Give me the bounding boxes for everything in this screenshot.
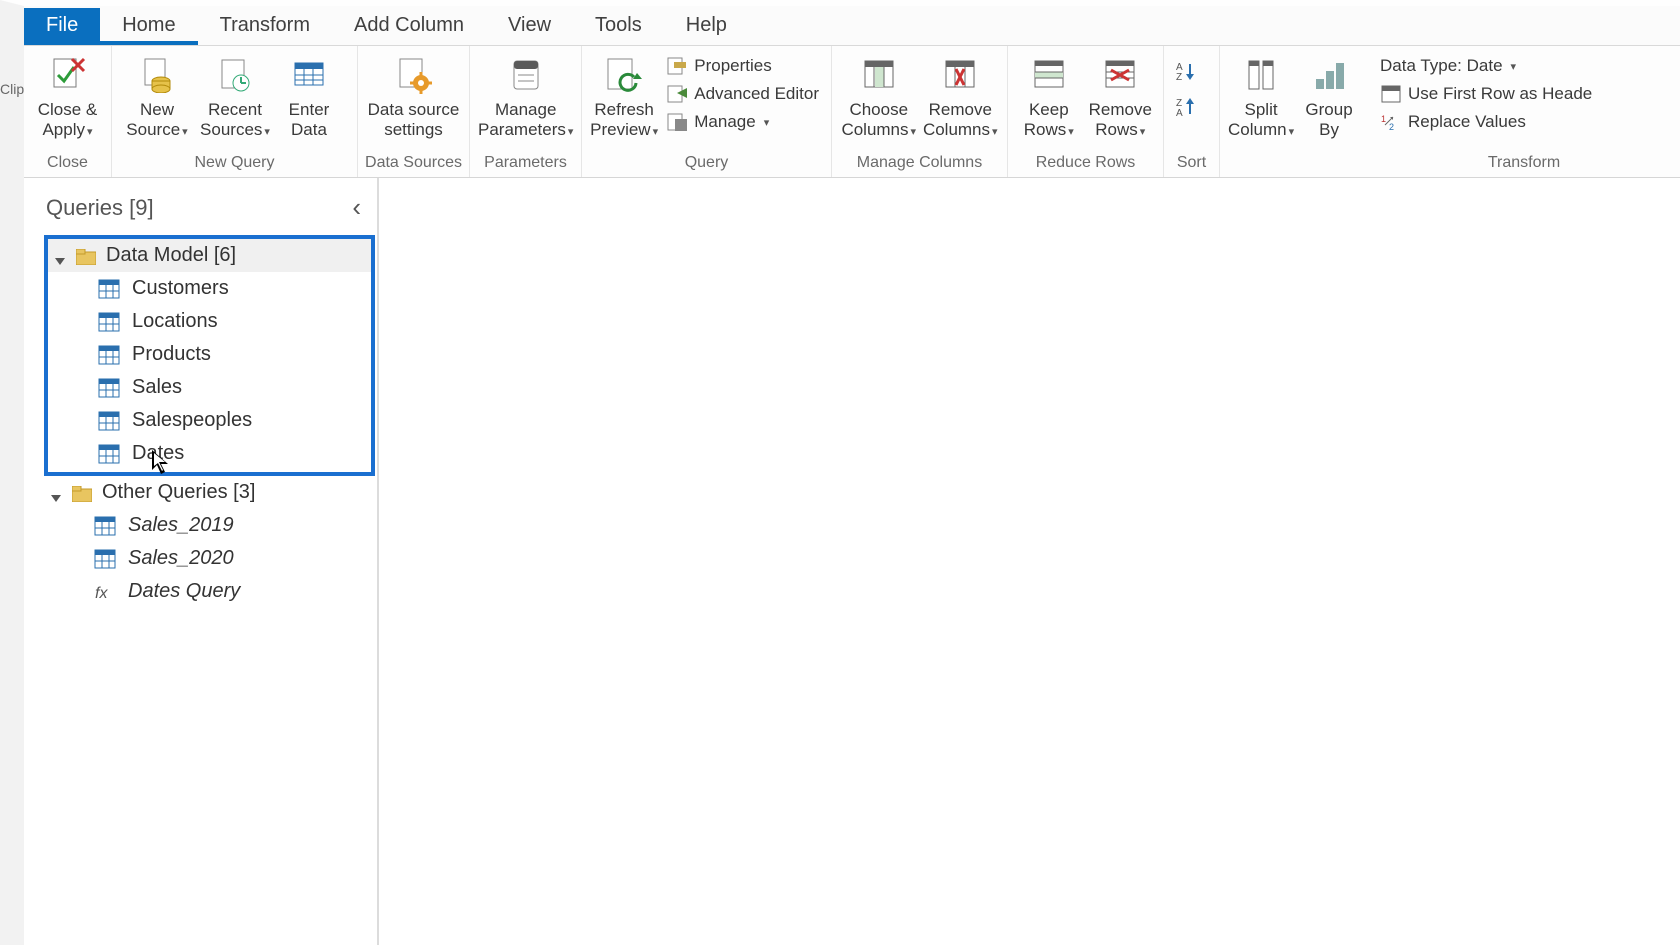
table-icon	[98, 345, 120, 365]
replace-values-icon: 12	[1380, 112, 1402, 132]
collapse-pane-button[interactable]: ‹	[346, 192, 367, 223]
group-label-manage-columns: Manage Columns	[838, 152, 1001, 175]
sort-asc-icon: AZ	[1176, 60, 1198, 80]
group-by-icon	[1308, 54, 1350, 96]
folder-icon	[76, 248, 96, 264]
expand-triangle-icon	[50, 487, 62, 499]
clip-label: Clip	[0, 82, 24, 96]
svg-text:2: 2	[1389, 122, 1394, 131]
queries-title: Queries [9]	[46, 195, 154, 221]
query-item-products[interactable]: Products	[48, 338, 371, 371]
choose-columns-button[interactable]: Choose Columns▾	[838, 50, 920, 139]
tab-file[interactable]: File	[24, 8, 100, 45]
manage-icon	[666, 112, 688, 132]
folder-other-queries[interactable]: Other Queries [3]	[44, 476, 377, 509]
remove-rows-button[interactable]: Remove Rows▾	[1084, 50, 1157, 139]
query-item-sales-2019[interactable]: Sales_2019	[44, 509, 377, 542]
table-icon	[98, 411, 120, 431]
folder-label: Other Queries [3]	[102, 481, 255, 504]
refresh-preview-button[interactable]: Refresh Preview▾	[588, 50, 660, 139]
advanced-editor-icon	[666, 84, 688, 104]
svg-text:A: A	[1176, 108, 1183, 116]
split-column-button[interactable]: Split Column▾	[1226, 50, 1296, 139]
ribbon: Close & Apply▾ Close New Sou	[24, 46, 1680, 178]
folder-icon	[72, 485, 92, 501]
manage-parameters-icon	[505, 54, 547, 96]
svg-text:fx: fx	[95, 585, 108, 602]
folder-data-model[interactable]: Data Model [6]	[48, 239, 371, 272]
close-apply-icon	[47, 54, 89, 96]
group-label-transform: Transform	[1374, 152, 1674, 175]
tab-view[interactable]: View	[486, 8, 573, 45]
group-label-query: Query	[588, 152, 825, 175]
svg-text:Z: Z	[1176, 72, 1182, 80]
group-label-sort: Sort	[1170, 152, 1213, 175]
remove-columns-button[interactable]: Remove Columns▾	[920, 50, 1002, 139]
sort-descending-button[interactable]: ZA	[1174, 94, 1200, 118]
close-and-apply-button[interactable]: Close & Apply▾	[30, 50, 105, 139]
tab-home[interactable]: Home	[100, 8, 197, 45]
sort-ascending-button[interactable]: AZ	[1174, 58, 1200, 82]
fx-icon: fx	[94, 582, 116, 602]
group-label-data-sources: Data Sources	[364, 152, 463, 175]
recent-sources-button[interactable]: Recent Sources▾	[196, 50, 274, 139]
menu-tabs: File Home Transform Add Column View Tool…	[24, 6, 1680, 46]
table-icon	[98, 312, 120, 332]
query-item-customers[interactable]: Customers	[48, 272, 371, 305]
tab-add-column[interactable]: Add Column	[332, 8, 486, 45]
folder-label: Data Model [6]	[106, 244, 236, 267]
svg-text:1: 1	[1381, 114, 1386, 124]
advanced-editor-button[interactable]: Advanced Editor	[664, 82, 821, 106]
enter-data-button[interactable]: Enter Data	[274, 50, 344, 139]
tab-help[interactable]: Help	[664, 8, 749, 45]
table-icon	[94, 516, 116, 536]
group-label-close: Close	[30, 152, 105, 175]
keep-rows-icon	[1028, 54, 1070, 96]
refresh-preview-icon	[603, 54, 645, 96]
table-icon	[98, 279, 120, 299]
tab-tools[interactable]: Tools	[573, 8, 664, 45]
split-column-icon	[1240, 54, 1282, 96]
expand-triangle-icon	[54, 250, 66, 262]
query-item-locations[interactable]: Locations	[48, 305, 371, 338]
new-source-button[interactable]: New Source▾	[118, 50, 196, 139]
group-label-new-query: New Query	[118, 152, 351, 175]
query-item-dates-query[interactable]: fx Dates Query	[44, 575, 377, 608]
table-icon	[98, 444, 120, 464]
data-type-button[interactable]: Data Type: Date▾	[1378, 54, 1594, 78]
choose-columns-icon	[858, 54, 900, 96]
remove-columns-icon	[939, 54, 981, 96]
manage-button[interactable]: Manage▾	[664, 110, 821, 134]
new-source-icon	[136, 54, 178, 96]
group-label-reduce-rows: Reduce Rows	[1014, 152, 1157, 175]
table-icon	[94, 549, 116, 569]
table-icon	[98, 378, 120, 398]
recent-sources-icon	[214, 54, 256, 96]
properties-icon	[666, 56, 688, 76]
group-label-parameters: Parameters	[476, 152, 575, 175]
query-item-sales-2020[interactable]: Sales_2020	[44, 542, 377, 575]
sort-desc-icon: ZA	[1176, 96, 1198, 116]
highlight-box-data-model: Data Model [6] Customers Locations	[44, 235, 375, 476]
query-item-sales[interactable]: Sales	[48, 371, 371, 404]
keep-rows-button[interactable]: Keep Rows▾	[1014, 50, 1084, 139]
app-window: Clip File Home Transform Add Column View…	[0, 0, 1680, 945]
query-item-salespeoples[interactable]: Salespeoples	[48, 404, 371, 437]
use-first-row-headers-button[interactable]: Use First Row as Heade	[1378, 82, 1594, 106]
work-area: Queries [9] ‹ Data Model [6]	[24, 178, 1680, 945]
data-source-settings-button[interactable]: Data source settings	[364, 50, 463, 139]
tab-transform[interactable]: Transform	[198, 8, 332, 45]
group-by-button[interactable]: Group By	[1296, 50, 1362, 139]
data-source-settings-icon	[393, 54, 435, 96]
enter-data-icon	[288, 54, 330, 96]
manage-parameters-button[interactable]: Manage Parameters▾	[476, 50, 575, 139]
replace-values-button[interactable]: 12 Replace Values	[1378, 110, 1594, 134]
queries-pane: Queries [9] ‹ Data Model [6]	[24, 178, 379, 945]
remove-rows-icon	[1099, 54, 1141, 96]
properties-button[interactable]: Properties	[664, 54, 821, 78]
main-content-area	[379, 178, 1680, 945]
queries-tree: Data Model [6] Customers Locations	[24, 235, 377, 608]
first-row-headers-icon	[1380, 84, 1402, 104]
query-item-dates[interactable]: Dates	[48, 437, 371, 470]
